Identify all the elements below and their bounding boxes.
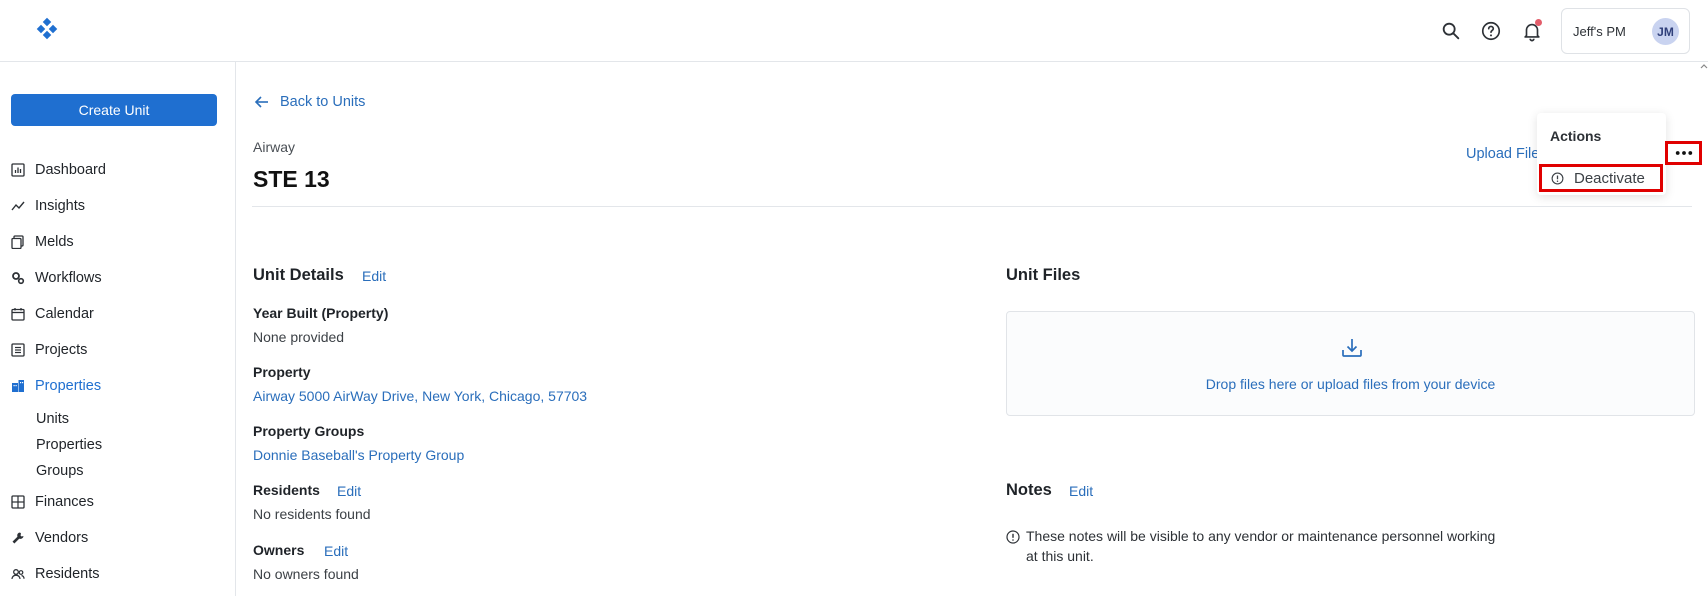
top-bar: Jeff's PM JM: [0, 0, 1708, 62]
property-group-link[interactable]: Donnie Baseball's Property Group: [253, 447, 464, 463]
sidebar-item-dashboard[interactable]: Dashboard: [11, 158, 106, 182]
info-icon: [1006, 530, 1020, 544]
sidebar-item-calendar[interactable]: Calendar: [11, 302, 94, 326]
upload-files-link[interactable]: Upload File: [1466, 146, 1539, 162]
sidebar-item-label: Melds: [35, 234, 74, 250]
workflows-icon: [11, 271, 25, 285]
actions-menu-title: Actions: [1550, 128, 1602, 144]
property-label: Property: [253, 364, 311, 380]
sidebar-item-finances[interactable]: Finances: [11, 490, 94, 514]
notification-badge: [1535, 19, 1542, 26]
sidebar-item-label: Dashboard: [35, 162, 106, 178]
sidebar-item-label: Vendors: [35, 530, 89, 546]
finances-icon: [11, 495, 25, 509]
notes-info: These notes will be visible to any vendo…: [1006, 526, 1506, 566]
residents-value: No residents found: [253, 506, 371, 522]
residents-label: Residents: [253, 482, 320, 498]
property-name: Airway: [253, 139, 296, 155]
sidebar-item-label: Residents: [35, 566, 100, 582]
ellipsis-icon: [1675, 151, 1692, 155]
sidebar-item-label: Projects: [35, 342, 88, 358]
account-name: Jeff's PM: [1573, 23, 1626, 39]
owners-label: Owners: [253, 542, 305, 558]
more-actions-button[interactable]: [1665, 141, 1702, 165]
app-logo-icon[interactable]: [34, 17, 60, 43]
sidebar-item-label: Finances: [35, 494, 94, 510]
sidebar-item-projects[interactable]: Projects: [11, 338, 87, 362]
residents-edit-link[interactable]: Edit: [337, 483, 361, 499]
sidebar-subitem-groups[interactable]: Groups: [36, 460, 84, 482]
sidebar-item-label: Calendar: [35, 306, 94, 322]
back-to-units-link[interactable]: Back to Units: [254, 94, 365, 110]
create-unit-button[interactable]: Create Unit: [11, 94, 217, 126]
properties-icon: [11, 379, 25, 393]
deactivate-label: Deactivate: [1574, 169, 1645, 187]
property-groups-label: Property Groups: [253, 423, 365, 439]
sidebar: Create Unit Dashboard Insights Melds Wor…: [0, 62, 236, 596]
property-link[interactable]: Airway 5000 AirWay Drive, New York, Chic…: [253, 388, 587, 404]
owners-value: No owners found: [253, 566, 359, 582]
page-title: STE 13: [253, 166, 330, 192]
sidebar-item-workflows[interactable]: Workflows: [11, 266, 102, 290]
insights-icon: [11, 199, 25, 213]
help-icon[interactable]: [1479, 19, 1503, 43]
sidebar-subitem-units[interactable]: Units: [36, 408, 69, 430]
notes-title: Notes: [1006, 481, 1052, 499]
sidebar-subitem-properties[interactable]: Properties: [36, 434, 102, 456]
scrollbar-up-arrow-icon[interactable]: [1700, 62, 1708, 70]
sidebar-item-label: Properties: [35, 378, 102, 394]
notes-info-text: These notes will be visible to any vendo…: [1026, 528, 1496, 564]
year-built-value: None provided: [253, 329, 345, 345]
sidebar-item-properties[interactable]: Properties: [11, 374, 101, 398]
unit-details-edit-link[interactable]: Edit: [362, 268, 386, 284]
owners-edit-link[interactable]: Edit: [324, 543, 348, 559]
account-switcher[interactable]: Jeff's PM JM: [1561, 8, 1690, 54]
back-to-units-label: Back to Units: [280, 94, 366, 110]
notifications-bell-icon[interactable]: [1520, 19, 1544, 43]
projects-icon: [11, 343, 25, 357]
unit-details-title: Unit Details: [253, 266, 344, 284]
file-dropzone[interactable]: Drop files here or upload files from you…: [1006, 311, 1695, 416]
sidebar-item-label: Workflows: [35, 270, 102, 286]
alert-circle-icon: [1551, 172, 1564, 184]
sidebar-item-vendors[interactable]: Vendors: [11, 526, 88, 550]
actions-menu: Actions Deactivate: [1537, 113, 1666, 195]
vendors-icon: [11, 531, 25, 545]
sidebar-item-label: Insights: [35, 198, 85, 214]
arrow-left-icon: [254, 96, 268, 108]
dropzone-text[interactable]: Drop files here or upload files from you…: [1007, 376, 1694, 392]
year-built-label: Year Built (Property): [253, 305, 389, 321]
notes-edit-link[interactable]: Edit: [1069, 483, 1093, 499]
melds-icon: [11, 235, 25, 249]
header-divider: [252, 206, 1692, 207]
sidebar-item-melds[interactable]: Melds: [11, 230, 74, 254]
residents-icon: [11, 567, 25, 581]
deactivate-menu-item[interactable]: Deactivate: [1539, 164, 1663, 192]
download-tray-icon: [1342, 339, 1362, 357]
calendar-icon: [11, 307, 25, 321]
dashboard-icon: [11, 163, 25, 177]
search-icon[interactable]: [1439, 19, 1463, 43]
avatar: JM: [1652, 18, 1679, 45]
sidebar-item-insights[interactable]: Insights: [11, 194, 85, 218]
sidebar-item-residents[interactable]: Residents: [11, 562, 99, 586]
unit-files-title: Unit Files: [1006, 266, 1081, 284]
